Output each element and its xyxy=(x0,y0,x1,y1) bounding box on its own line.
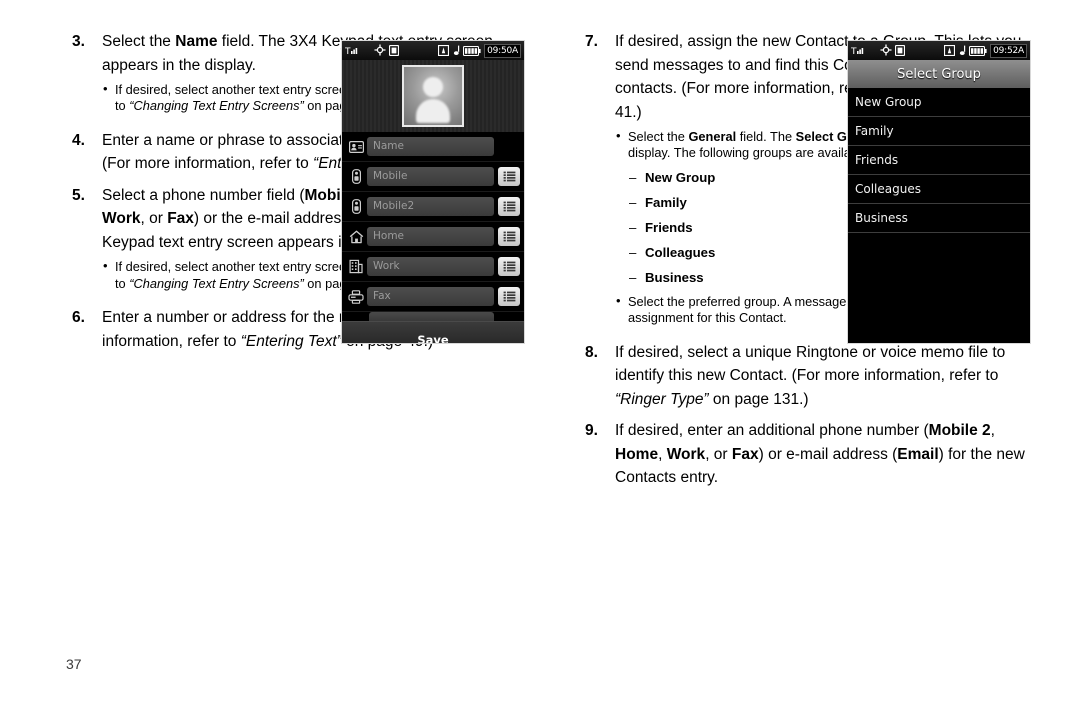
mobile-phone-icon xyxy=(345,199,367,214)
contact-field-row[interactable]: Name xyxy=(342,132,524,162)
step-number: 3. xyxy=(72,33,85,50)
step-item: 8. If desired, select a unique Ringtone o… xyxy=(585,341,1035,412)
step-body: If desired, select a unique Ringtone or … xyxy=(615,341,1035,412)
status-bar-time: 09:50A xyxy=(484,43,521,58)
field-input-name[interactable]: Name xyxy=(367,137,494,156)
field-list-button[interactable] xyxy=(498,167,520,186)
contact-field-row[interactable]: Mobile xyxy=(342,162,524,192)
gps-icon xyxy=(374,41,386,60)
contact-field-row[interactable]: Work xyxy=(342,252,524,282)
svg-text:T: T xyxy=(345,47,351,56)
network-icon xyxy=(388,41,400,60)
network-icon xyxy=(894,41,906,60)
field-list-button[interactable] xyxy=(498,227,520,246)
gps-icon xyxy=(880,41,892,60)
page-number: 37 xyxy=(66,656,82,672)
status-bar: T xyxy=(342,41,524,60)
group-list-item[interactable]: Business xyxy=(848,204,1030,233)
status-bar: T xyxy=(848,41,1030,60)
field-input-mobile2[interactable]: Mobile2 xyxy=(367,197,494,216)
screen-title: Select Group xyxy=(848,60,1030,88)
avatar-head xyxy=(423,77,443,97)
avatar[interactable] xyxy=(402,65,464,127)
field-input-home[interactable]: Home xyxy=(367,227,494,246)
step-body: If desired, enter an additional phone nu… xyxy=(615,419,1035,490)
group-list-item[interactable]: New Group xyxy=(848,88,1030,117)
field-input-work[interactable]: Work xyxy=(367,257,494,276)
field-list-button[interactable] xyxy=(498,197,520,216)
step-text: If desired, select a unique Ringtone or … xyxy=(615,343,1006,408)
step-number: 8. xyxy=(585,343,598,361)
alert-icon xyxy=(943,41,956,60)
music-note-icon xyxy=(958,41,966,60)
house-icon xyxy=(345,230,367,244)
step-number: 5. xyxy=(72,186,85,204)
office-building-icon xyxy=(345,259,367,274)
step-item: 9. If desired, enter an additional phone … xyxy=(585,419,1035,490)
field-list-button[interactable] xyxy=(498,287,520,306)
avatar-body xyxy=(416,99,450,123)
phone-screenshot-new-contact: T 09:50A Name Mobile Mobile2 Home Work F… xyxy=(341,40,525,344)
battery-icon xyxy=(969,41,987,60)
contact-field-row[interactable]: Home xyxy=(342,222,524,252)
partial-field-stub xyxy=(369,312,494,321)
group-list-item[interactable]: Friends xyxy=(848,146,1030,175)
step-number: 7. xyxy=(585,33,598,50)
alert-icon xyxy=(437,41,450,60)
group-list-item[interactable]: Colleagues xyxy=(848,175,1030,204)
battery-icon xyxy=(463,41,481,60)
contact-field-row[interactable]: Fax xyxy=(342,282,524,312)
field-input-fax[interactable]: Fax xyxy=(367,287,494,306)
signal-icon: T xyxy=(850,41,864,60)
fax-machine-icon xyxy=(345,289,367,304)
contact-field-row[interactable]: Mobile2 xyxy=(342,192,524,222)
signal-icon: T xyxy=(344,41,358,60)
mobile-phone-icon xyxy=(345,169,367,184)
group-list-item[interactable]: Family xyxy=(848,117,1030,146)
step-text: If desired, enter an additional phone nu… xyxy=(615,422,1025,487)
status-bar-time: 09:52A xyxy=(990,43,1027,58)
contact-photo-area[interactable] xyxy=(342,60,524,132)
contact-card-icon xyxy=(345,140,367,153)
group-list: New Group Family Friends Colleagues Business xyxy=(848,88,1030,233)
music-note-icon xyxy=(452,41,460,60)
svg-text:T: T xyxy=(851,47,857,56)
list-empty-area xyxy=(848,233,1030,343)
step-number: 6. xyxy=(72,309,85,327)
field-input-mobile[interactable]: Mobile xyxy=(367,167,494,186)
field-list-button[interactable] xyxy=(498,257,520,276)
step-number: 4. xyxy=(72,131,85,149)
partial-field-row xyxy=(342,312,524,321)
step-number: 9. xyxy=(585,422,598,440)
contact-fields: Name Mobile Mobile2 Home Work Fax xyxy=(342,132,524,312)
manual-page: 3.Select the Name field. The 3X4 Keypad … xyxy=(0,0,1080,720)
save-button[interactable]: Save xyxy=(342,321,524,343)
phone-screenshot-select-group: T 09:52A Select Group New Group Family F… xyxy=(847,40,1031,344)
